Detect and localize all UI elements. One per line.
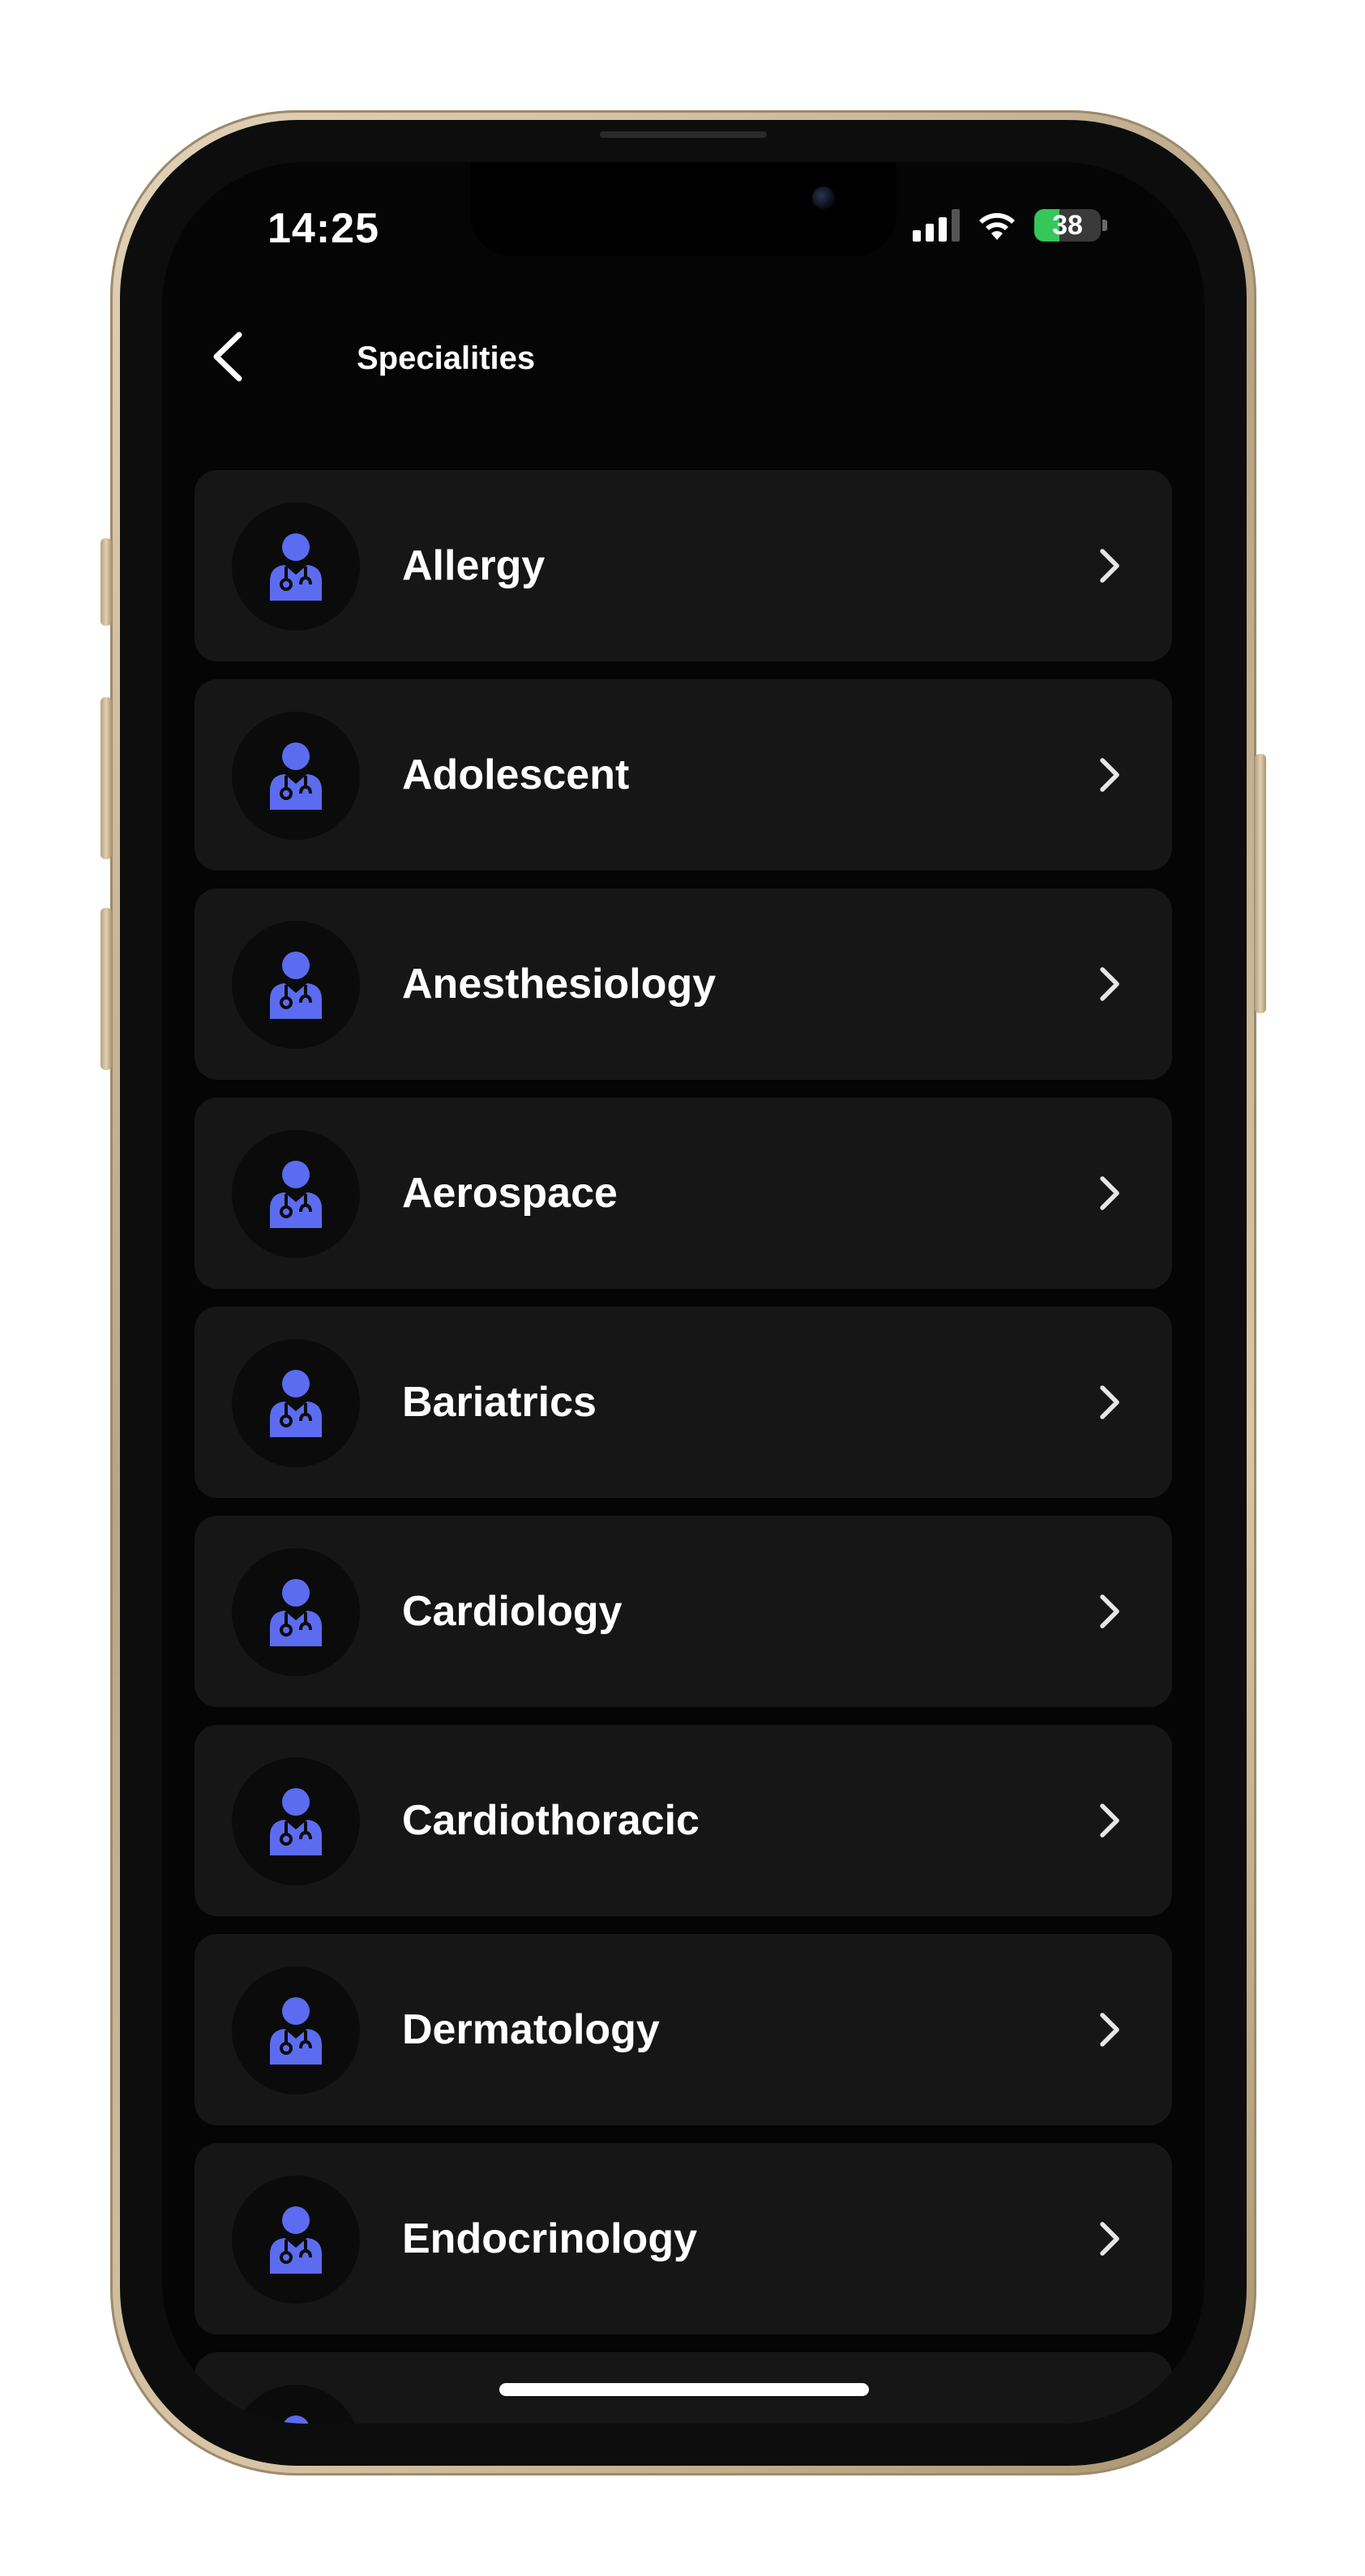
chevron-right-icon <box>1100 1385 1119 1419</box>
doctor-icon <box>270 1579 322 1646</box>
doctor-avatar <box>232 2385 360 2424</box>
doctor-avatar <box>232 1339 360 1467</box>
chevron-right-icon <box>1100 1804 1119 1838</box>
chevron-right-icon <box>1100 758 1119 792</box>
back-button[interactable] <box>195 324 259 389</box>
earpiece-speaker <box>600 131 767 138</box>
doctor-icon <box>270 952 322 1019</box>
doctor-avatar <box>232 712 360 840</box>
speciality-label: Endocrinology <box>402 2215 697 2262</box>
silent-switch <box>101 538 112 626</box>
doctor-icon <box>270 2206 322 2274</box>
specialities-list: Allergy Adolescent Anesthesiology Aerosp… <box>195 470 1172 2424</box>
speciality-label: Cardiology <box>402 1588 623 1635</box>
wifi-icon <box>979 212 1015 240</box>
speciality-label: Allergy <box>402 542 546 589</box>
doctor-avatar <box>232 1966 360 2095</box>
speciality-item-dermatology[interactable]: Dermatology <box>195 1934 1172 2125</box>
doctor-icon <box>270 1788 322 1855</box>
doctor-icon <box>283 2416 309 2424</box>
battery-icon: 38 <box>1034 209 1101 242</box>
doctor-icon <box>270 1370 322 1437</box>
chevron-right-icon <box>1100 549 1119 583</box>
chevron-right-icon <box>1100 2013 1119 2047</box>
chevron-right-icon <box>1100 2222 1119 2256</box>
speciality-label: Cardiothoracic <box>402 1797 700 1844</box>
doctor-avatar <box>232 1548 360 1676</box>
notch <box>470 162 896 256</box>
doctor-icon <box>270 1161 322 1228</box>
home-indicator[interactable] <box>499 2383 869 2396</box>
power-button <box>1255 754 1266 1013</box>
volume-down-button <box>101 908 112 1070</box>
speciality-label: Adolescent <box>402 751 630 798</box>
doctor-icon <box>270 1997 322 2065</box>
cellular-signal-icon <box>913 209 960 242</box>
doctor-avatar <box>232 1757 360 1885</box>
speciality-item-aerospace[interactable]: Aerospace <box>195 1098 1172 1289</box>
speciality-item-anesthesiology[interactable]: Anesthesiology <box>195 888 1172 1080</box>
speciality-label: Dermatology <box>402 2006 660 2053</box>
speciality-item-endocrinology[interactable]: Endocrinology <box>195 2143 1172 2334</box>
speciality-label: Bariatrics <box>402 1379 597 1426</box>
page-title: Specialities <box>357 340 536 376</box>
speciality-item-bariatrics[interactable]: Bariatrics <box>195 1307 1172 1498</box>
status-time: 14:25 <box>267 205 379 252</box>
status-icons: 38 <box>913 209 1107 242</box>
battery-percent: 38 <box>1052 209 1083 241</box>
doctor-icon <box>270 533 322 601</box>
doctor-icon <box>270 742 322 810</box>
doctor-avatar <box>232 2176 360 2304</box>
front-camera <box>812 186 835 209</box>
chevron-right-icon <box>1100 1176 1119 1210</box>
chevron-left-icon <box>213 332 242 382</box>
doctor-avatar <box>232 503 360 631</box>
speciality-label: Aerospace <box>402 1170 618 1217</box>
speciality-item-cardiology[interactable]: Cardiology <box>195 1516 1172 1707</box>
volume-up-button <box>101 697 112 859</box>
speciality-item-cardiothoracic[interactable]: Cardiothoracic <box>195 1725 1172 1916</box>
doctor-avatar <box>232 921 360 1049</box>
chevron-right-icon <box>1100 967 1119 1001</box>
speciality-label: Anesthesiology <box>402 961 717 1008</box>
speciality-item-adolescent[interactable]: Adolescent <box>195 679 1172 871</box>
doctor-avatar <box>232 1130 360 1258</box>
chevron-right-icon <box>1100 1594 1119 1628</box>
speciality-item-allergy[interactable]: Allergy <box>195 470 1172 661</box>
app-screen: 14:25 38 Specialities Allergy Adolescent… <box>162 162 1205 2424</box>
battery-nub <box>1102 220 1107 231</box>
